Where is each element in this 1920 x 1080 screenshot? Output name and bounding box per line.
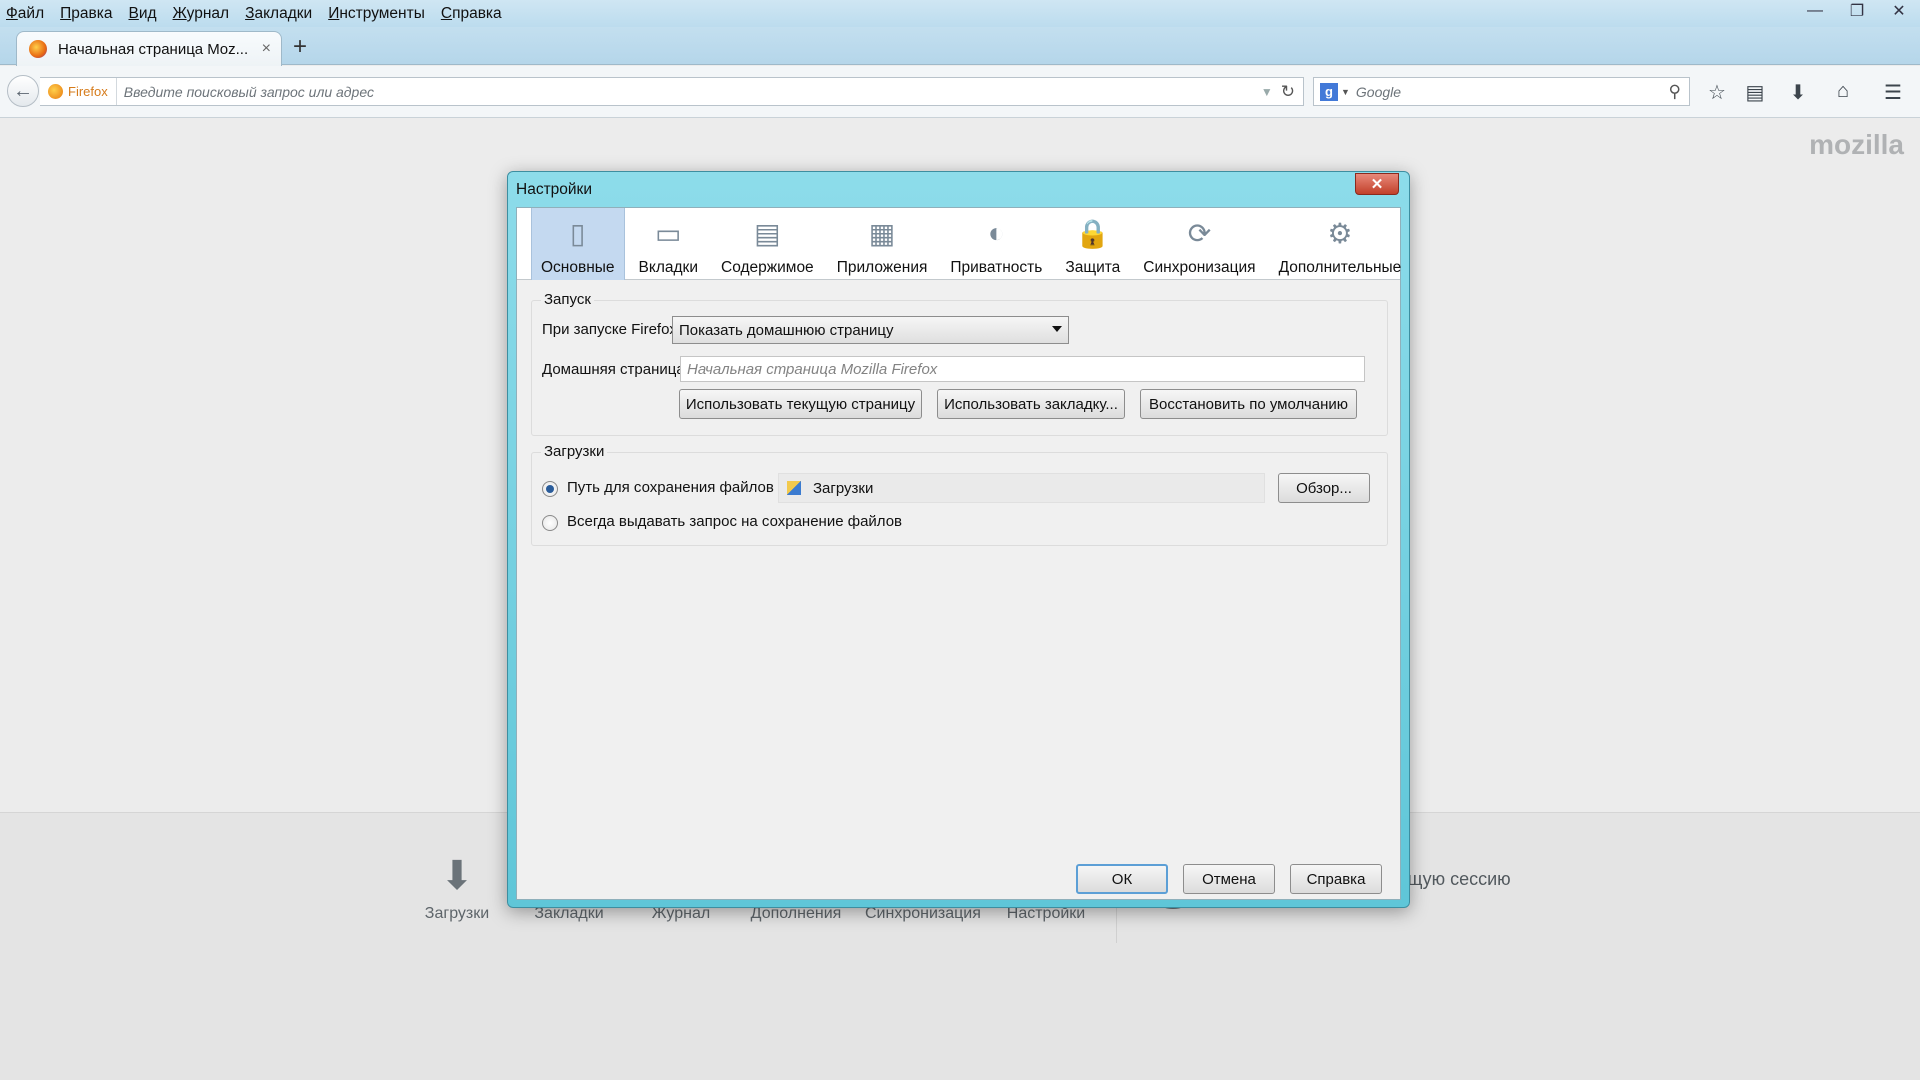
dialog-title: Настройки <box>516 181 593 198</box>
restore-default-button[interactable]: Восстановить по умолчанию <box>1140 389 1357 419</box>
on-start-label: При запуске Firefox: <box>542 321 682 338</box>
launcher-downloads-button[interactable]: ⬇ Загрузки <box>402 853 512 923</box>
ok-button[interactable]: ОК <box>1076 864 1168 894</box>
use-bookmark-button[interactable]: Использовать закладку... <box>937 389 1125 419</box>
dialog-close-button[interactable]: ✕ <box>1355 173 1399 195</box>
reload-icon[interactable]: ↻ <box>1281 82 1295 102</box>
downloads-icon: ⬇ <box>440 854 474 898</box>
startup-group: Запуск При запуске Firefox: Показать дом… <box>531 291 1388 436</box>
gear-icon: ⚙ <box>1327 217 1353 249</box>
tabs-icon: ▭ <box>655 217 682 249</box>
star-icon[interactable]: ☆ <box>1704 80 1730 105</box>
pane-security[interactable]: 🔒 Защита <box>1056 208 1129 280</box>
tab-start-page[interactable]: Начальная страница Moz... × <box>16 31 282 66</box>
dialog-client: ▯ Основные ▭ Вкладки ▤ Содержимое ▦ Прил… <box>516 207 1401 900</box>
general-switch-icon: ▯ <box>570 217 586 249</box>
search-input[interactable]: Google <box>1356 84 1669 100</box>
menu-bookmarks[interactable]: Закладки <box>245 5 312 23</box>
pane-content[interactable]: ▤ Содержимое <box>712 208 823 280</box>
pane-general[interactable]: ▯ Основные <box>531 208 625 280</box>
lock-icon: 🔒 <box>1075 217 1111 249</box>
pane-label: Приложения <box>836 259 928 276</box>
downloads-caption: Загрузки <box>541 443 608 460</box>
homepage-label: Домашняя страница: <box>542 361 689 378</box>
cancel-button[interactable]: Отмена <box>1183 864 1275 894</box>
menu-history[interactable]: Журнал <box>173 5 230 23</box>
pane-label: Основные <box>541 259 615 276</box>
restore-button[interactable]: ❐ <box>1836 0 1878 22</box>
pane-applications[interactable]: ▦ Приложения <box>828 208 937 280</box>
nav-bar: ← Firefox Введите поисковый запрос или а… <box>0 66 1920 118</box>
bookmarks-menu-icon[interactable]: ▤ <box>1742 80 1768 105</box>
downloads-group: Загрузки Путь для сохранения файлов Загр… <box>531 443 1388 546</box>
download-path-display: Загрузки <box>778 473 1265 503</box>
help-button[interactable]: Справка <box>1290 864 1382 894</box>
minimize-button[interactable]: — <box>1794 0 1836 22</box>
pane-label: Содержимое <box>721 259 814 276</box>
pane-label: Дополнительные <box>1278 259 1402 276</box>
mozilla-brand: mozilla <box>1809 129 1904 160</box>
pane-advanced[interactable]: ⚙ Дополнительные <box>1270 208 1411 280</box>
save-path-label: Путь для сохранения файлов <box>567 479 774 496</box>
chevron-down-icon <box>1052 326 1062 332</box>
window-controls: — ❐ ✕ <box>1794 0 1920 26</box>
url-input[interactable]: Введите поисковый запрос или адрес <box>117 84 1261 100</box>
on-start-value: Показать домашнюю страницу <box>679 321 894 339</box>
new-tab-button[interactable]: + <box>293 33 307 61</box>
title-bar: Файл Правка Вид Журнал Закладки Инструме… <box>0 0 1920 27</box>
firefox-identity-icon <box>48 84 63 99</box>
menu-view[interactable]: Вид <box>128 5 156 23</box>
always-ask-radio[interactable] <box>542 515 558 531</box>
search-bar[interactable]: g ▼ Google ⚲ <box>1313 77 1690 106</box>
menu-edit[interactable]: Правка <box>60 5 112 23</box>
menu-bar: Файл Правка Вид Журнал Закладки Инструме… <box>0 0 518 27</box>
home-icon[interactable]: ⌂ <box>1830 80 1856 103</box>
settings-dialog: Настройки ✕ ▯ Основные ▭ Вкладки ▤ Содер… <box>507 171 1410 908</box>
url-bar[interactable]: Firefox Введите поисковый запрос или адр… <box>40 77 1304 106</box>
save-path-radio[interactable] <box>542 481 558 497</box>
google-engine-icon[interactable]: g <box>1320 82 1338 101</box>
pane-label: Вкладки <box>638 259 698 276</box>
menu-tools[interactable]: Инструменты <box>328 5 425 23</box>
sync-icon: ⟳ <box>1187 217 1212 249</box>
url-dropdown-icon[interactable]: ▼ <box>1261 85 1273 99</box>
launcher-label: Загрузки <box>424 905 490 922</box>
pane-privacy[interactable]: ◐ Приватность <box>941 208 1051 280</box>
pane-selector: ▯ Основные ▭ Вкладки ▤ Содержимое ▦ Прил… <box>517 208 1401 280</box>
identity-label: Firefox <box>68 84 108 99</box>
tab-strip: Начальная страница Moz... × + <box>0 27 1920 66</box>
privacy-mask-icon: ◐ <box>987 217 1005 248</box>
downloads-icon[interactable]: ⬇ <box>1785 80 1811 105</box>
tab-title: Начальная страница Moz... <box>58 40 249 58</box>
close-window-button[interactable]: ✕ <box>1878 0 1920 22</box>
menu-icon[interactable]: ☰ <box>1880 80 1906 105</box>
pane-tabs[interactable]: ▭ Вкладки <box>630 208 707 280</box>
pane-label: Защита <box>1065 259 1121 276</box>
browse-button[interactable]: Обзор... <box>1278 473 1370 503</box>
pane-label: Синхронизация <box>1143 259 1256 276</box>
on-start-select[interactable]: Показать домашнюю страницу <box>672 316 1069 344</box>
search-icon[interactable]: ⚲ <box>1669 82 1681 102</box>
download-path-value: Загрузки <box>813 479 874 497</box>
tab-close-icon[interactable]: × <box>262 40 271 58</box>
startup-caption: Запуск <box>541 291 594 308</box>
use-current-page-button[interactable]: Использовать текущую страницу <box>679 389 922 419</box>
firefox-favicon-icon <box>29 40 47 58</box>
menu-help[interactable]: Справка <box>441 5 502 23</box>
applications-icon: ▦ <box>868 217 896 249</box>
menu-file[interactable]: Файл <box>6 5 44 23</box>
back-button[interactable]: ← <box>7 75 39 107</box>
engine-dropdown-icon[interactable]: ▼ <box>1341 87 1350 97</box>
pane-label: Приватность <box>950 259 1043 276</box>
pane-sync[interactable]: ⟳ Синхронизация <box>1134 208 1264 280</box>
always-ask-label: Всегда выдавать запрос на сохранение фай… <box>567 513 903 530</box>
homepage-input[interactable]: Начальная страница Mozilla Firefox <box>680 356 1365 382</box>
content-icon: ▤ <box>754 217 781 249</box>
identity-box[interactable]: Firefox <box>40 78 117 105</box>
folder-icon <box>787 481 801 495</box>
